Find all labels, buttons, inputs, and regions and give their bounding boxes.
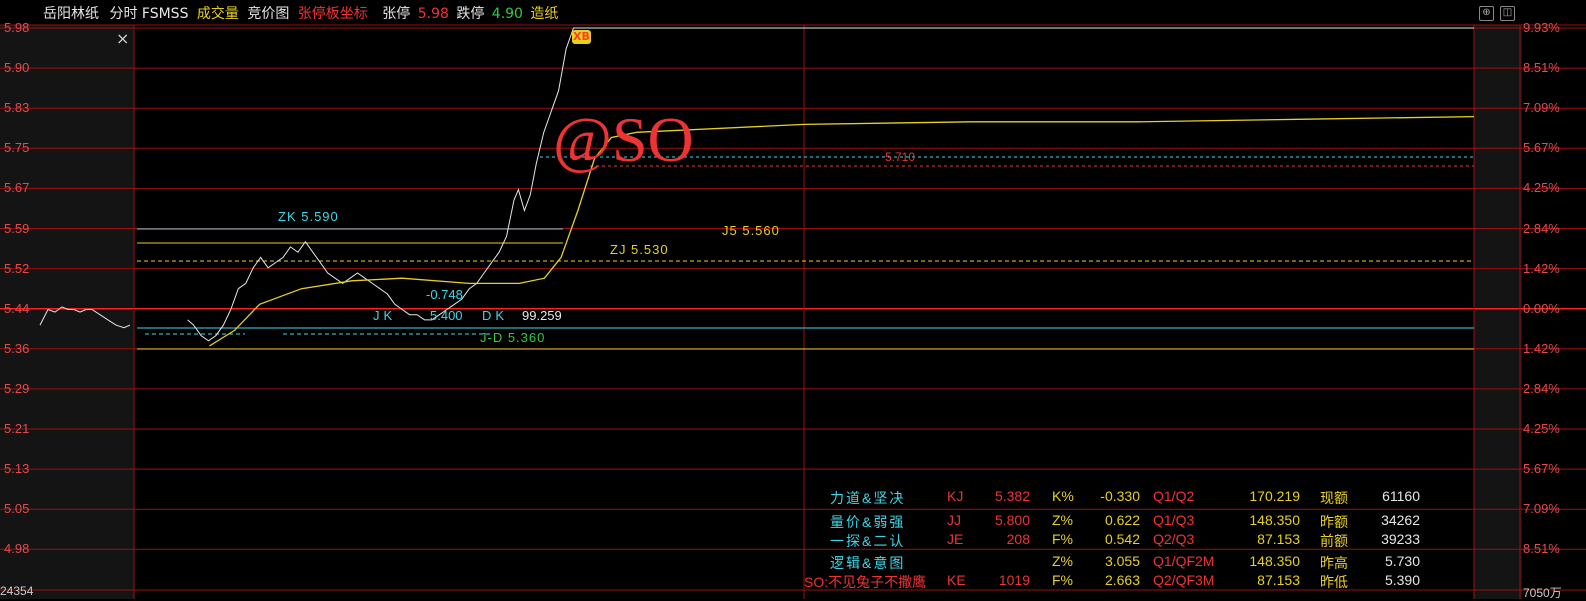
stats-cell-kv: 3.055 bbox=[1104, 553, 1140, 569]
left-axis-tick: 5.83 bbox=[4, 100, 30, 116]
left-axis-tick: 5.29 bbox=[4, 380, 30, 396]
left-axis-tick: 5.52 bbox=[4, 260, 30, 276]
left-axis-tick: 5.05 bbox=[4, 501, 30, 517]
stats-cell-mv: 5.730 bbox=[1384, 553, 1420, 569]
zk-label: ZK 5.590 bbox=[278, 209, 339, 224]
stats-cell-qv: 87.153 bbox=[1257, 572, 1300, 588]
stats-cell-v1: 1019 bbox=[998, 572, 1030, 588]
stats-cell-kv: 0.622 bbox=[1104, 512, 1140, 528]
left-axis-tick: 5.90 bbox=[4, 60, 30, 76]
neg-label: -0.748 bbox=[426, 287, 463, 302]
stats-cell-code: JE bbox=[947, 531, 964, 547]
stats-cell-k: Z% bbox=[1052, 512, 1073, 528]
stats-cell-kv: 2.663 bbox=[1104, 572, 1140, 588]
left-axis-tick: 5.36 bbox=[4, 340, 30, 356]
stats-cell-q: Q1/Q3 bbox=[1153, 512, 1195, 528]
dk-value: 99.259 bbox=[522, 308, 562, 323]
right-axis-tick: 4.25% bbox=[1523, 421, 1560, 436]
stats-cell-name: SO:不见兔子不撒鹰 bbox=[804, 574, 927, 590]
chart-stage: 岳阳林纸 分时 FSMSS 成交量 竞价图 张停板坐标 张停 5.98 跌停 4… bbox=[0, 0, 1586, 600]
stats-cell-code: KE bbox=[947, 572, 966, 588]
stats-cell-kv: -0.330 bbox=[1100, 488, 1140, 504]
price-line bbox=[187, 27, 581, 342]
left-axis-tick: 5.98 bbox=[4, 20, 30, 35]
stats-cell-k: Z% bbox=[1052, 553, 1073, 569]
right-axis-tick: 0.00% bbox=[1523, 300, 1560, 316]
jd-label: J-D 5.360 bbox=[480, 330, 546, 345]
right-axis-tick: 7.09% bbox=[1523, 100, 1560, 116]
left-axis-tick: 5.21 bbox=[4, 421, 30, 436]
left-axis-tick: 5.75 bbox=[4, 140, 30, 156]
stats-cell-q: Q1/QF2M bbox=[1153, 553, 1215, 569]
stats-cell-q: Q2/Q3 bbox=[1153, 531, 1195, 547]
dk-label: DK bbox=[482, 308, 509, 323]
stats-cell-mv: 34262 bbox=[1381, 512, 1420, 528]
stats-cell-m: 昨低 bbox=[1320, 574, 1348, 590]
stats-cell-v1: 5.800 bbox=[994, 512, 1030, 528]
stats-cell-code: JJ bbox=[947, 512, 961, 528]
stats-cell-mv: 5.390 bbox=[1384, 572, 1420, 588]
price-chart[interactable] bbox=[0, 0, 1586, 599]
average-price-line bbox=[209, 115, 1475, 347]
right-axis-tick: 1.42% bbox=[1523, 340, 1560, 356]
stats-cell-qv: 170.219 bbox=[1249, 488, 1300, 504]
right-axis-tick: 8.51% bbox=[1523, 60, 1560, 76]
right-axis-tick: 2.84% bbox=[1523, 220, 1560, 236]
stats-cell-k: F% bbox=[1052, 572, 1073, 588]
right-axis-tick: 5.67% bbox=[1523, 140, 1560, 156]
left-axis-tick: 4.98 bbox=[4, 541, 30, 557]
zj-label: ZJ 5.530 bbox=[610, 242, 669, 257]
stats-cell-q: Q1/Q2 bbox=[1153, 488, 1195, 504]
right-panel bbox=[1474, 25, 1522, 599]
left-axis-tick: 5.59 bbox=[4, 220, 30, 236]
stats-cell-qv: 148.350 bbox=[1249, 512, 1300, 528]
stats-cell-qv: 87.153 bbox=[1257, 531, 1300, 547]
right-axis-tick: 5.67% bbox=[1523, 461, 1560, 477]
right-axis-tick: 9.93% bbox=[1523, 20, 1560, 35]
xb-marker: XB bbox=[572, 30, 591, 44]
stats-cell-q: Q2/QF3M bbox=[1153, 572, 1215, 588]
stats-cell-mv: 39233 bbox=[1381, 531, 1420, 547]
right-axis-tick: 4.25% bbox=[1523, 180, 1560, 196]
stats-cell-m: 前额 bbox=[1320, 533, 1348, 549]
right-axis-tick: 2.84% bbox=[1523, 380, 1560, 396]
right-axis-tick: 1.42% bbox=[1523, 260, 1560, 276]
stats-cell-kv: 0.542 bbox=[1104, 531, 1140, 547]
stats-cell-name: 量价&弱强 bbox=[830, 514, 906, 530]
close-icon[interactable]: × bbox=[116, 29, 129, 48]
stats-cell-v1: 208 bbox=[1006, 531, 1030, 547]
right-axis-bottom-label: 7050万 bbox=[1523, 586, 1562, 600]
left-axis-tick: 5.67 bbox=[4, 180, 30, 196]
stats-cell-k: F% bbox=[1052, 531, 1073, 547]
j5-label: J5 5.560 bbox=[722, 223, 780, 238]
right-axis-tick: 7.09% bbox=[1523, 501, 1560, 517]
stats-cell-k: K% bbox=[1052, 488, 1074, 504]
line-5710-label: 5.710 bbox=[885, 150, 916, 164]
stats-cell-name: 一探&二认 bbox=[830, 533, 906, 549]
stats-cell-m: 昨高 bbox=[1320, 555, 1348, 571]
right-axis-tick: 8.51% bbox=[1523, 541, 1560, 557]
stats-cell-v1: 5.382 bbox=[994, 488, 1030, 504]
stats-cell-qv: 148.350 bbox=[1249, 553, 1300, 569]
stats-cell-m: 昨额 bbox=[1320, 514, 1348, 530]
jk-label: JK bbox=[373, 308, 397, 323]
left-axis-bottom-label: 24354 bbox=[0, 584, 34, 598]
stats-cell-code: KJ bbox=[947, 488, 964, 504]
jk-value: 5.400 bbox=[430, 308, 463, 323]
stats-cell-name: 力道&坚决 bbox=[830, 490, 906, 506]
stats-cell-m: 现额 bbox=[1320, 490, 1348, 506]
stats-cell-mv: 61160 bbox=[1382, 488, 1420, 504]
stats-cell-name: 逻辑&意图 bbox=[830, 555, 906, 571]
left-axis-tick: 5.13 bbox=[4, 461, 30, 477]
left-axis-tick: 5.44 bbox=[4, 300, 30, 316]
watermark: @SO bbox=[553, 104, 694, 175]
